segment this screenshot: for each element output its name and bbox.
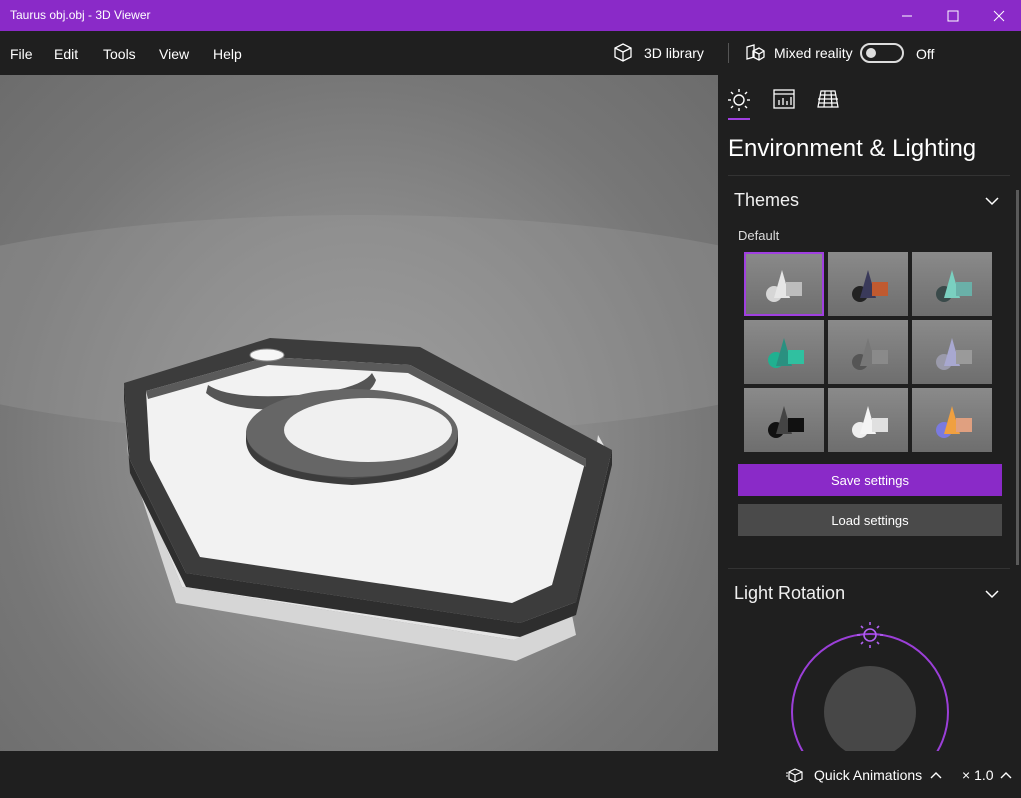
window-title: Taurus obj.obj - 3D Viewer [10,8,151,22]
chevron-up-icon [930,772,942,779]
cube-icon [614,43,632,62]
panel-title: Environment & Lighting [728,135,977,162]
theme-thumbnail[interactable] [744,320,824,384]
mixed-reality-label: Mixed reality [774,45,853,61]
3d-library-button[interactable]: 3D library [612,38,704,68]
mixed-reality-icon [746,44,765,61]
chevron-up-icon [1000,772,1012,779]
load-settings-button[interactable]: Load settings [738,504,1002,536]
environment-panel: Environment & Lighting Themes Default Sa… [718,75,1021,751]
menu-tools[interactable]: Tools [103,46,136,62]
panel-scrollbar[interactable] [1016,190,1019,565]
maximize-button[interactable] [930,0,976,31]
theme-thumbnail[interactable] [828,252,908,316]
menu-view[interactable]: View [159,46,189,62]
minimize-icon [902,15,912,16]
minimize-button[interactable] [884,0,930,31]
animation-icon [786,768,803,783]
toolbar-separator [728,43,729,63]
3d-library-label: 3D library [644,45,704,61]
speed-label: × 1.0 [962,767,994,783]
menu-help[interactable]: Help [213,46,242,62]
taurus-model[interactable] [0,75,718,751]
theme-thumbnail[interactable] [912,320,992,384]
speed-button[interactable]: × 1.0 [962,767,1012,783]
close-button[interactable] [976,0,1021,31]
active-tab-indicator [728,118,750,120]
toggle-state-label: Off [916,46,935,62]
quick-animations-label: Quick Animations [814,767,923,783]
sun-icon[interactable] [728,87,752,111]
status-bar: Quick Animations × 1.0 [0,751,1021,798]
theme-thumbnail[interactable] [744,388,824,452]
light-rotation-title[interactable]: Light Rotation [734,583,845,604]
light-rotation-control[interactable] [780,615,960,751]
divider [728,568,1010,569]
themes-title[interactable]: Themes [734,190,799,211]
close-icon [993,10,1005,21]
menu-edit[interactable]: Edit [54,46,78,62]
mixed-reality-toggle[interactable] [860,43,904,63]
theme-thumbnail[interactable] [912,388,992,452]
chevron-down-icon[interactable] [984,193,1000,209]
stats-icon[interactable] [772,87,796,111]
grid-icon[interactable] [816,87,840,111]
3d-viewport[interactable] [0,75,718,751]
chevron-down-icon[interactable] [984,586,1000,602]
quick-animations-button[interactable]: Quick Animations [786,767,942,783]
theme-thumbnail[interactable] [828,320,908,384]
theme-thumbnail[interactable] [828,388,908,452]
title-bar: Taurus obj.obj - 3D Viewer [0,0,1021,31]
mixed-reality-button[interactable]: Mixed reality [744,38,853,68]
maximize-icon [947,10,959,21]
theme-thumbnail[interactable] [744,252,824,316]
default-theme-label: Default [738,228,780,243]
divider [728,175,1010,176]
theme-thumbnail[interactable] [912,252,992,316]
save-settings-button[interactable]: Save settings [738,464,1002,496]
menu-file[interactable]: File [10,46,33,62]
menu-bar: File Edit Tools View Help 3D library Mix… [0,31,1021,75]
